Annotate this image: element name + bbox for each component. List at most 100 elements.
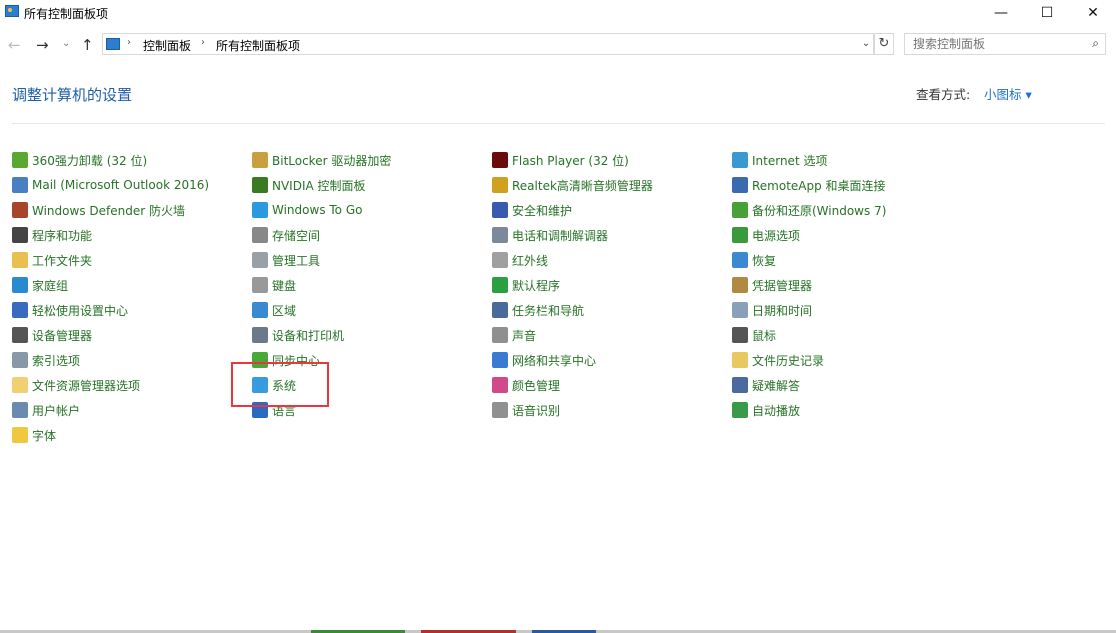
- item-label: Flash Player (32 位): [512, 152, 629, 169]
- control-panel-item[interactable]: 管理工具: [252, 250, 320, 270]
- control-panel-item[interactable]: Flash Player (32 位): [492, 150, 629, 170]
- troubleshoot-icon: [732, 377, 748, 393]
- control-panel-item[interactable]: 索引选项: [12, 350, 80, 370]
- control-panel-item[interactable]: RemoteApp 和桌面连接: [732, 175, 886, 195]
- item-label: 字体: [32, 427, 56, 444]
- control-panel-item[interactable]: 文件历史记录: [732, 350, 824, 370]
- item-label: Mail (Microsoft Outlook 2016): [32, 178, 209, 192]
- item-label: 键盘: [272, 277, 296, 294]
- region-icon: [252, 302, 268, 318]
- control-panel-item[interactable]: 鼠标: [732, 325, 776, 345]
- network-icon: [492, 352, 508, 368]
- search-input[interactable]: [913, 37, 1083, 51]
- control-panel-item[interactable]: 存储空间: [252, 225, 320, 245]
- control-panel-item[interactable]: 程序和功能: [12, 225, 92, 245]
- control-panel-item[interactable]: 家庭组: [12, 275, 68, 295]
- item-label: RemoteApp 和桌面连接: [752, 177, 886, 194]
- control-panel-item[interactable]: 区域: [252, 300, 296, 320]
- control-panel-item[interactable]: 疑难解答: [732, 375, 800, 395]
- control-panel-item[interactable]: 日期和时间: [732, 300, 812, 320]
- control-panel-item[interactable]: 字体: [12, 425, 56, 445]
- credential-icon: [732, 277, 748, 293]
- breadcrumb-all-items[interactable]: 所有控制面板项: [216, 37, 300, 54]
- search-box[interactable]: ⌕: [904, 33, 1106, 55]
- item-label: 管理工具: [272, 252, 320, 269]
- item-label: Internet 选项: [752, 152, 827, 169]
- speaker-icon: [492, 327, 508, 343]
- control-panel-item[interactable]: NVIDIA 控制面板: [252, 175, 366, 195]
- control-panel-item[interactable]: 360强力卸载 (32 位): [12, 150, 147, 170]
- control-panel-item[interactable]: 备份和还原(Windows 7): [732, 200, 886, 220]
- microphone-icon: [492, 402, 508, 418]
- control-panel-item[interactable]: BitLocker 驱动器加密: [252, 150, 391, 170]
- view-by-dropdown[interactable]: 小图标 ▾: [984, 84, 1032, 103]
- control-panel-item[interactable]: 网络和共享中心: [492, 350, 596, 370]
- control-panel-item[interactable]: 声音: [492, 325, 536, 345]
- control-panel-item[interactable]: Realtek高清晰音频管理器: [492, 175, 653, 195]
- item-label: 区域: [272, 302, 296, 319]
- control-panel-item[interactable]: 用户帐户: [12, 400, 80, 420]
- page-title: 调整计算机的设置: [12, 84, 132, 105]
- maximize-button[interactable]: ☐: [1024, 0, 1070, 26]
- control-panel-item[interactable]: Windows Defender 防火墙: [12, 200, 185, 220]
- control-panel-item[interactable]: 语音识别: [492, 400, 560, 420]
- explorer-options-icon: [12, 377, 28, 393]
- item-label: NVIDIA 控制面板: [272, 177, 366, 194]
- internet-options-icon: [732, 152, 748, 168]
- close-button[interactable]: ✕: [1070, 0, 1116, 26]
- item-label: 网络和共享中心: [512, 352, 596, 369]
- control-panel-item[interactable]: 工作文件夹: [12, 250, 92, 270]
- control-panel-item[interactable]: Mail (Microsoft Outlook 2016): [12, 175, 209, 195]
- control-panel-item[interactable]: Internet 选项: [732, 150, 827, 170]
- control-panel-item[interactable]: Windows To Go: [252, 200, 362, 220]
- control-panel-item[interactable]: 默认程序: [492, 275, 560, 295]
- search-icon[interactable]: ⌕: [1092, 36, 1099, 51]
- device-manager-icon: [12, 327, 28, 343]
- control-panel-item[interactable]: 轻松使用设置中心: [12, 300, 128, 320]
- firewall-icon: [12, 202, 28, 218]
- control-panel-item[interactable]: 设备管理器: [12, 325, 92, 345]
- storage-spaces-icon: [252, 227, 268, 243]
- refresh-button[interactable]: ↻: [874, 33, 894, 55]
- item-label: 安全和维护: [512, 202, 572, 219]
- ease-of-access-icon: [12, 302, 28, 318]
- control-panel-item[interactable]: 自动播放: [732, 400, 800, 420]
- fonts-icon: [12, 427, 28, 443]
- default-programs-icon: [492, 277, 508, 293]
- address-dropdown-button[interactable]: ⌄: [858, 33, 874, 55]
- control-panel-item[interactable]: 颜色管理: [492, 375, 560, 395]
- item-label: 默认程序: [512, 277, 560, 294]
- control-panel-item[interactable]: 电源选项: [732, 225, 800, 245]
- item-label: 语音识别: [512, 402, 560, 419]
- control-panel-icon: [5, 5, 19, 17]
- back-button[interactable]: ←: [8, 36, 21, 54]
- breadcrumb-control-panel[interactable]: 控制面板: [143, 37, 191, 54]
- up-button[interactable]: ↑: [81, 36, 94, 54]
- item-label: BitLocker 驱动器加密: [272, 152, 391, 169]
- forward-button[interactable]: →: [36, 36, 49, 54]
- flag-icon: [492, 202, 508, 218]
- control-panel-item[interactable]: 文件资源管理器选项: [12, 375, 140, 395]
- control-panel-item[interactable]: 键盘: [252, 275, 296, 295]
- item-label: 红外线: [512, 252, 548, 269]
- keyboard-icon: [252, 277, 268, 293]
- item-label: 文件资源管理器选项: [32, 377, 140, 394]
- control-panel-item[interactable]: 红外线: [492, 250, 548, 270]
- control-panel-item[interactable]: 任务栏和导航: [492, 300, 584, 320]
- control-panel-item[interactable]: 凭据管理器: [732, 275, 812, 295]
- window-title: 所有控制面板项: [24, 5, 108, 22]
- address-bar[interactable]: › 控制面板 › 所有控制面板项: [102, 33, 874, 55]
- item-label: 文件历史记录: [752, 352, 824, 369]
- printer-icon: [252, 327, 268, 343]
- control-panel-item[interactable]: 安全和维护: [492, 200, 572, 220]
- recent-locations-button[interactable]: ⌄: [62, 38, 70, 49]
- minimize-button[interactable]: —: [978, 0, 1024, 26]
- control-panel-item[interactable]: 电话和调制解调器: [492, 225, 608, 245]
- control-panel-item[interactable]: 恢复: [732, 250, 776, 270]
- control-panel-item[interactable]: 设备和打印机: [252, 325, 344, 345]
- item-label: 电话和调制解调器: [512, 227, 608, 244]
- item-label: Realtek高清晰音频管理器: [512, 177, 653, 194]
- item-label: 凭据管理器: [752, 277, 812, 294]
- item-label: 自动播放: [752, 402, 800, 419]
- item-label: 鼠标: [752, 327, 776, 344]
